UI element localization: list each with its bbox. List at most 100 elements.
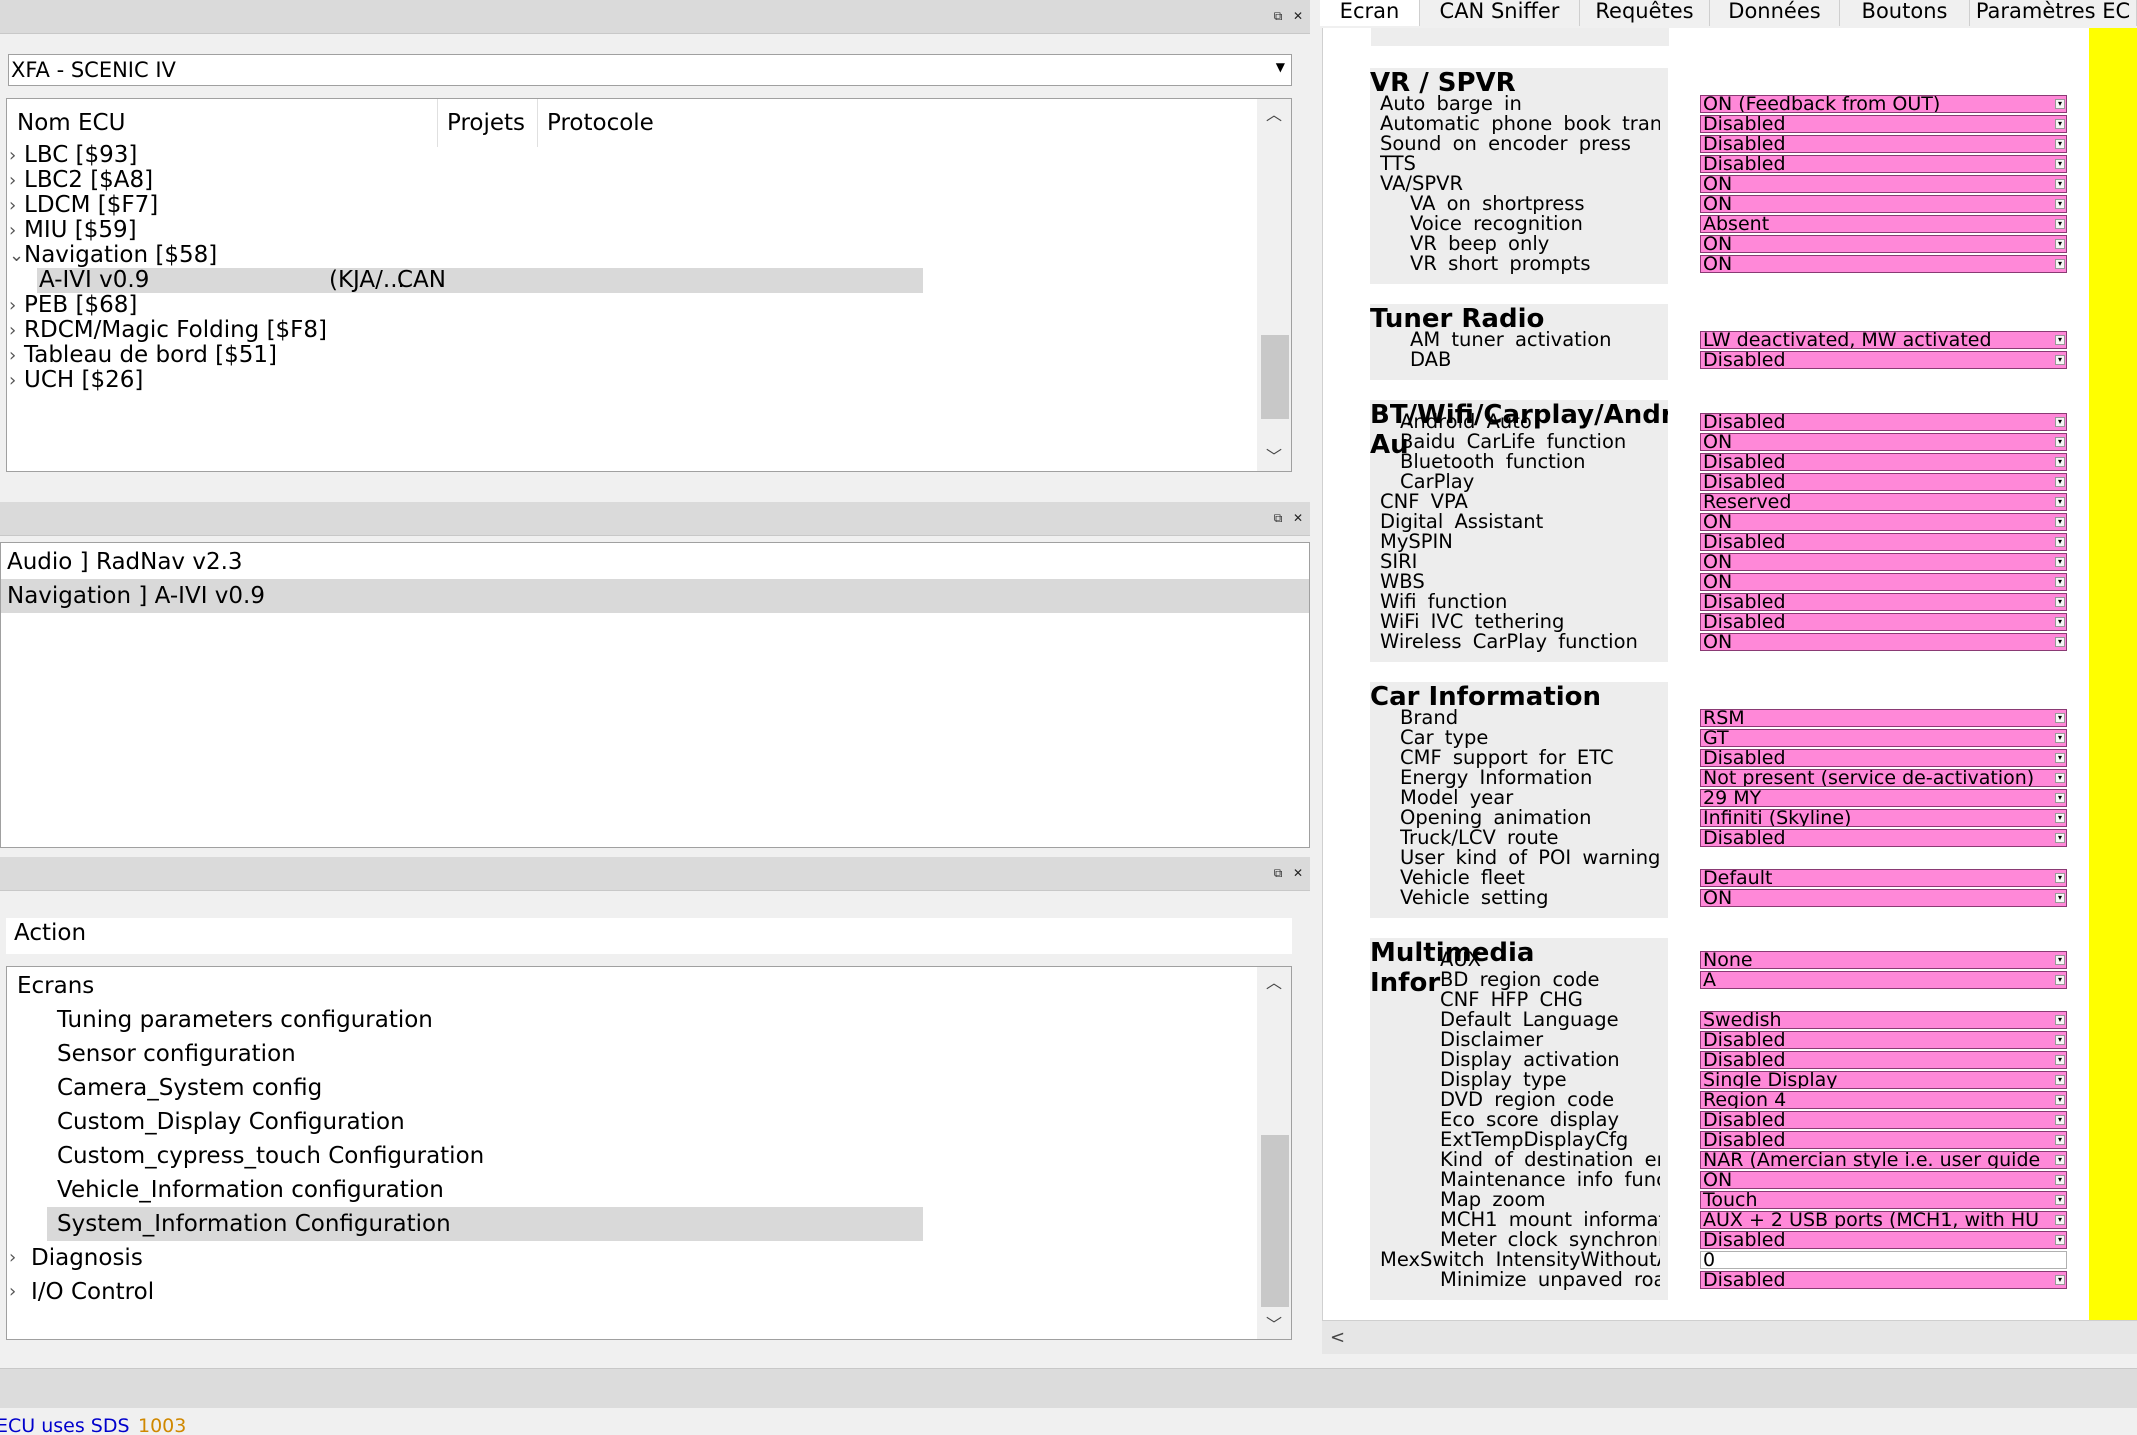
selected-ecu-item[interactable]: Audio ] RadNav v2.3 bbox=[1, 545, 1309, 579]
chevron-down-icon[interactable]: ▾ bbox=[2055, 219, 2065, 229]
chevron-down-icon[interactable]: ▾ bbox=[2055, 873, 2065, 883]
float-icon[interactable]: ⧉ bbox=[1270, 865, 1286, 881]
ecu-row[interactable]: › RDCM/Magic Folding [$F8] bbox=[7, 318, 923, 343]
param-value-dropdown[interactable]: RSM ▾ bbox=[1700, 709, 2067, 727]
action-item[interactable]: Custom_cypress_touch Configuration bbox=[47, 1139, 923, 1173]
close-icon[interactable]: ✕ bbox=[1290, 865, 1306, 881]
ecu-row[interactable]: › MIU [$59] bbox=[7, 218, 923, 243]
chevron-right-icon[interactable]: › bbox=[9, 343, 16, 368]
chevron-right-icon[interactable]: › bbox=[9, 193, 16, 218]
action-item[interactable]: Tuning parameters configuration bbox=[47, 1003, 923, 1037]
param-value-dropdown[interactable]: ON ▾ bbox=[1700, 235, 2067, 253]
tab-donnees[interactable]: Données bbox=[1710, 0, 1840, 26]
scroll-left-icon[interactable]: < bbox=[1330, 1327, 1345, 1348]
ecu-row[interactable]: ⌄ Navigation [$58] bbox=[7, 243, 923, 268]
param-value-dropdown[interactable]: Disabled ▾ bbox=[1700, 413, 2067, 431]
param-value-dropdown[interactable]: ON ▾ bbox=[1700, 573, 2067, 591]
action-tree[interactable]: Ecrans Tuning parameters configuration Sen… bbox=[6, 966, 1292, 1340]
tab-boutons[interactable]: Boutons bbox=[1840, 0, 1970, 26]
chevron-down-icon[interactable]: ▾ bbox=[2055, 119, 2065, 129]
param-value-dropdown[interactable]: None ▾ bbox=[1700, 951, 2067, 969]
chevron-right-icon[interactable]: › bbox=[9, 368, 16, 393]
param-value-dropdown[interactable]: ON ▾ bbox=[1700, 633, 2067, 651]
chevron-right-icon[interactable]: › bbox=[9, 168, 16, 193]
chevron-right-icon[interactable]: › bbox=[9, 1275, 16, 1309]
chevron-down-icon[interactable]: ▾ bbox=[2055, 955, 2065, 965]
ecu-tree-scrollbar[interactable]: ︿ ﹀ bbox=[1257, 99, 1291, 471]
param-value-dropdown[interactable]: LW deactivated, MW activated ▾ bbox=[1700, 331, 2067, 349]
chevron-down-icon[interactable]: ▾ bbox=[2055, 1195, 2065, 1205]
scroll-thumb[interactable] bbox=[1261, 1135, 1289, 1307]
chevron-down-icon[interactable]: ▾ bbox=[2055, 1275, 2065, 1285]
param-value-dropdown[interactable]: Disabled ▾ bbox=[1700, 155, 2067, 173]
chevron-down-icon[interactable]: ▾ bbox=[2055, 637, 2065, 647]
chevron-down-icon[interactable]: ▾ bbox=[2055, 597, 2065, 607]
chevron-down-icon[interactable]: ▾ bbox=[2055, 179, 2065, 189]
param-value-dropdown[interactable]: Disabled ▾ bbox=[1700, 1051, 2067, 1069]
chevron-down-icon[interactable]: ▾ bbox=[2055, 753, 2065, 763]
param-value-dropdown[interactable]: ON ▾ bbox=[1700, 553, 2067, 571]
chevron-down-icon[interactable]: ▾ bbox=[2055, 457, 2065, 467]
chevron-right-icon[interactable]: › bbox=[9, 1241, 16, 1275]
chevron-down-icon[interactable]: ▾ bbox=[2055, 1155, 2065, 1165]
chevron-down-icon[interactable]: ▾ bbox=[2055, 139, 2065, 149]
param-value-dropdown[interactable]: Disabled ▾ bbox=[1700, 1111, 2067, 1129]
ecu-row[interactable]: › PEB [$68] bbox=[7, 293, 923, 318]
horizontal-scrollbar[interactable]: < bbox=[1322, 1320, 2137, 1354]
vehicle-select[interactable]: XFA - SCENIC IV ▼ bbox=[8, 54, 1292, 86]
param-value-dropdown[interactable]: Disabled ▾ bbox=[1700, 1031, 2067, 1049]
chevron-down-icon[interactable]: ▾ bbox=[2055, 335, 2065, 345]
chevron-down-icon[interactable]: ▾ bbox=[2055, 417, 2065, 427]
chevron-down-icon[interactable]: ▾ bbox=[2055, 1235, 2065, 1245]
ecu-row[interactable]: › UCH [$26] bbox=[7, 368, 923, 393]
chevron-down-icon[interactable]: ▾ bbox=[2055, 517, 2065, 527]
param-value-dropdown[interactable]: ON ▾ bbox=[1700, 195, 2067, 213]
param-value-dropdown[interactable]: 0 bbox=[1700, 1251, 2067, 1269]
param-value-dropdown[interactable]: AUX + 2 USB ports (MCH1, with HU ▾ bbox=[1700, 1211, 2067, 1229]
param-value-dropdown[interactable]: Absent ▾ bbox=[1700, 215, 2067, 233]
ecu-row[interactable]: › LDCM [$F7] bbox=[7, 193, 923, 218]
chevron-down-icon[interactable]: ▾ bbox=[2055, 975, 2065, 985]
param-value-dropdown[interactable]: Disabled ▾ bbox=[1700, 1271, 2067, 1289]
param-value-dropdown[interactable]: Infiniti (Skyline) ▾ bbox=[1700, 809, 2067, 827]
param-value-dropdown[interactable]: Disabled ▾ bbox=[1700, 613, 2067, 631]
chevron-down-icon[interactable]: ▾ bbox=[2055, 713, 2065, 723]
chevron-down-icon[interactable]: ▾ bbox=[2055, 893, 2065, 903]
chevron-down-icon[interactable]: ▾ bbox=[2055, 497, 2065, 507]
param-value-dropdown[interactable]: Disabled ▾ bbox=[1700, 1231, 2067, 1249]
chevron-down-icon[interactable]: ⌄ bbox=[9, 243, 24, 268]
chevron-down-icon[interactable]: ▾ bbox=[2055, 1115, 2065, 1125]
ecu-row[interactable]: › LBC [$93] bbox=[7, 143, 923, 168]
tab-parametres-ecu[interactable]: Paramètres EC bbox=[1970, 0, 2137, 26]
chevron-down-icon[interactable]: ▾ bbox=[2055, 577, 2065, 587]
tab-can-sniffer[interactable]: CAN Sniffer bbox=[1420, 0, 1580, 26]
chevron-down-icon[interactable]: ▾ bbox=[2055, 813, 2065, 823]
chevron-down-icon[interactable]: ▾ bbox=[2055, 437, 2065, 447]
chevron-down-icon[interactable]: ▾ bbox=[2055, 1055, 2065, 1065]
param-value-dropdown[interactable]: Touch ▾ bbox=[1700, 1191, 2067, 1209]
ecu-row[interactable]: › Tableau de bord [$51] bbox=[7, 343, 923, 368]
scroll-up-icon[interactable]: ︿ bbox=[1257, 971, 1291, 995]
close-icon[interactable]: ✕ bbox=[1290, 8, 1306, 24]
param-value-dropdown[interactable]: ON ▾ bbox=[1700, 255, 2067, 273]
param-value-dropdown[interactable]: Disabled ▾ bbox=[1700, 115, 2067, 133]
param-value-dropdown[interactable]: GT ▾ bbox=[1700, 729, 2067, 747]
scroll-down-icon[interactable]: ﹀ bbox=[1257, 1313, 1291, 1337]
col-header-nom-ecu[interactable]: Nom ECU bbox=[17, 99, 125, 147]
chevron-right-icon[interactable]: › bbox=[9, 218, 16, 243]
chevron-down-icon[interactable]: ▾ bbox=[2055, 773, 2065, 783]
param-value-dropdown[interactable]: NAR (Amercian style i.e. user guide ▾ bbox=[1700, 1151, 2067, 1169]
chevron-down-icon[interactable]: ▾ bbox=[2055, 1175, 2065, 1185]
chevron-down-icon[interactable]: ▾ bbox=[2055, 199, 2065, 209]
param-value-dropdown[interactable]: Disabled ▾ bbox=[1700, 473, 2067, 491]
col-header-protocole[interactable]: Protocole bbox=[547, 99, 654, 147]
chevron-down-icon[interactable]: ▾ bbox=[2055, 159, 2065, 169]
chevron-down-icon[interactable]: ▾ bbox=[2055, 833, 2065, 843]
action-item[interactable]: Sensor configuration bbox=[47, 1037, 923, 1071]
param-value-dropdown[interactable]: Single Display ▾ bbox=[1700, 1071, 2067, 1089]
ecu-child-row[interactable]: A-IVI v0.9 (KJA/... CAN bbox=[37, 268, 923, 293]
action-category[interactable]: › Diagnosis bbox=[7, 1241, 923, 1275]
param-value-dropdown[interactable]: Disabled ▾ bbox=[1700, 1131, 2067, 1149]
chevron-down-icon[interactable]: ▾ bbox=[2055, 617, 2065, 627]
chevron-down-icon[interactable]: ▾ bbox=[2055, 1075, 2065, 1085]
